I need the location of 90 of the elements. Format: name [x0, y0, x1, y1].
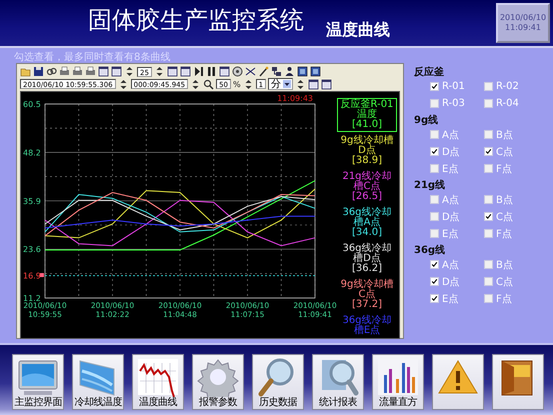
checkbox[interactable] — [484, 147, 493, 156]
nav-button[interactable]: 主监控界面 — [12, 354, 64, 410]
app-title: 固体胶生产监控系统 — [88, 5, 304, 36]
window-icon[interactable] — [166, 66, 178, 77]
save-icon[interactable] — [33, 66, 44, 77]
legend-entry[interactable]: 36g线冷却槽E点 — [337, 314, 397, 338]
checkbox[interactable] — [484, 212, 493, 221]
step-icon[interactable] — [192, 66, 204, 77]
nav-button[interactable]: 冷却线温度 — [72, 354, 124, 410]
checkbox-option[interactable]: R-02 — [484, 80, 538, 93]
checkbox-option[interactable]: E点 — [430, 227, 484, 240]
square-icon[interactable] — [296, 66, 308, 77]
checkbox-option[interactable]: C点 — [484, 145, 538, 158]
group-title: 反应釜 — [414, 65, 445, 80]
square-icon[interactable] — [310, 66, 321, 77]
legend-entry[interactable]: 21g线冷却槽C点 [26.5] — [337, 170, 397, 204]
nav-button[interactable]: 统计报表 — [312, 354, 364, 410]
legend-entry[interactable]: 9g线冷却槽D点 [38.9] — [337, 134, 397, 168]
caret-icon[interactable] — [283, 80, 292, 88]
checkbox-option[interactable]: E点 — [430, 162, 484, 175]
window-icon[interactable] — [321, 78, 332, 90]
group-title: 9g线 — [414, 114, 440, 128]
cursor-time: 11:09:43 — [277, 94, 313, 103]
checkbox-option[interactable]: D点 — [430, 210, 484, 223]
axis-label: 35.9 — [23, 196, 41, 206]
checkbox[interactable] — [430, 260, 439, 269]
checkbox[interactable] — [430, 147, 439, 156]
checkbox[interactable] — [430, 277, 439, 286]
checkbox-option[interactable]: R-03 — [430, 97, 484, 110]
disc-icon[interactable] — [232, 66, 243, 77]
person-icon[interactable] — [284, 66, 295, 77]
unit-dropdown[interactable]: 分 — [268, 78, 294, 90]
legend-entry[interactable]: 反应釜R-01温度 [41.0] — [337, 98, 397, 132]
nav-button[interactable]: 历史数据 — [252, 354, 304, 410]
checkbox-option[interactable]: A点 — [430, 128, 484, 141]
gear-icon — [196, 357, 240, 397]
wand-icon[interactable] — [258, 66, 269, 77]
checkbox-option[interactable]: B点 — [484, 193, 538, 206]
percent-unit: % — [233, 80, 241, 88]
printer-icon[interactable] — [85, 66, 96, 77]
checkbox-option[interactable]: F点 — [484, 292, 538, 305]
hint-text: 勾选查看，最多同时查看有8条曲线 — [14, 50, 172, 63]
nav-button[interactable]: 报警参数 — [192, 354, 244, 410]
time-text: 11:09:41 — [505, 23, 541, 33]
group-title: 36g线 — [414, 244, 446, 258]
group-title: 21g线 — [414, 178, 446, 193]
nav-button[interactable] — [432, 354, 484, 410]
page-title: 温度曲线 — [326, 20, 390, 40]
magnifier-icon[interactable] — [203, 78, 214, 90]
window-icon[interactable] — [111, 66, 122, 77]
alarm-label: 16.9 — [23, 272, 41, 281]
checkbox-option[interactable]: R-01 — [430, 80, 484, 93]
printer-icon[interactable] — [59, 66, 70, 77]
window-icon[interactable] — [98, 66, 109, 77]
network-icon[interactable] — [270, 66, 282, 77]
checkbox-option[interactable]: C点 — [484, 275, 538, 288]
line-chart-icon — [136, 357, 180, 397]
axis-label: 48.2 — [23, 148, 41, 158]
legend-entry[interactable]: 36g线冷却槽A点 [34.0] — [337, 206, 397, 240]
checkbox[interactable] — [430, 82, 439, 91]
nav-button[interactable] — [492, 354, 544, 410]
checkbox-option[interactable]: C点 — [484, 210, 538, 223]
crossed-lines-icon[interactable] — [244, 66, 256, 77]
axis-label: 11.2 — [23, 294, 41, 303]
checkbox-option[interactable]: D点 — [430, 275, 484, 288]
printer-icon[interactable] — [72, 66, 83, 77]
axis-label: 60.5 — [23, 100, 41, 109]
legend-entry[interactable]: 36g线冷却槽D点 [36.2] — [337, 242, 397, 276]
pause-icon[interactable] — [206, 66, 217, 77]
window-icon[interactable] — [308, 78, 320, 90]
checkbox-option[interactable]: B点 — [484, 128, 538, 141]
window-icon[interactable] — [218, 66, 230, 77]
nav-button[interactable]: 流量直方 — [372, 354, 424, 410]
checkbox-option[interactable]: A点 — [430, 258, 484, 271]
nav-button[interactable]: 温度曲线 — [132, 354, 184, 410]
date-text: 2010/06/10 — [500, 13, 546, 23]
checkbox-option[interactable]: B点 — [484, 258, 538, 271]
checkbox-option[interactable]: R-04 — [484, 97, 538, 110]
window-icon[interactable] — [180, 66, 191, 77]
checkbox-option[interactable]: D点 — [430, 145, 484, 158]
legend-entry[interactable]: 9g线冷却槽C点 [37.2] — [337, 278, 397, 312]
chain-icon[interactable] — [46, 66, 57, 77]
spinner-icon[interactable] — [124, 66, 135, 77]
alarm-marker — [40, 273, 44, 278]
checkbox[interactable] — [430, 294, 439, 303]
checkbox-option[interactable]: A点 — [430, 193, 484, 206]
checkbox-option[interactable]: E点 — [430, 292, 484, 305]
axis-label: 23.6 — [23, 245, 41, 254]
checkbox-option[interactable]: F点 — [484, 227, 538, 240]
checkbox-option[interactable]: F点 — [484, 162, 538, 175]
